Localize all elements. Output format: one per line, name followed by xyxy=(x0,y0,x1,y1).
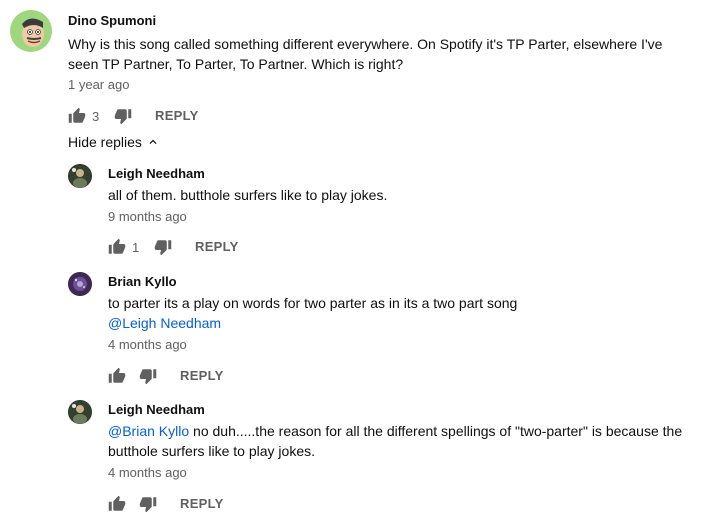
comment-text: Why is this song called something differ… xyxy=(68,36,663,72)
reply-text: to parter its a play on words for two pa… xyxy=(108,295,518,311)
avatar[interactable] xyxy=(10,10,52,52)
reply-text-block: @Brian Kyllo no duh.....the reason for a… xyxy=(108,421,688,461)
reply-mention-link[interactable]: @Leigh Needham xyxy=(108,313,221,333)
comment-timestamp[interactable]: 1 year ago xyxy=(68,77,129,92)
avatar[interactable] xyxy=(68,400,92,424)
like-count: 3 xyxy=(92,108,100,124)
reply-actions: REPLY xyxy=(108,366,408,386)
reply-actions: REPLY xyxy=(108,494,408,514)
reply-actions: 1 REPLY xyxy=(108,237,408,257)
thumbs-up-icon[interactable] xyxy=(108,495,126,513)
avatar[interactable] xyxy=(68,164,92,188)
comment-author[interactable]: Dino Spumoni xyxy=(68,13,156,28)
avatar[interactable] xyxy=(68,272,92,296)
comment-actions: 3 REPLY xyxy=(68,106,368,126)
reply-text: all of them. butthole surfers like to pl… xyxy=(108,187,388,203)
reply-author[interactable]: Leigh Needham xyxy=(108,166,205,181)
reply-timestamp[interactable]: 9 months ago xyxy=(108,209,187,224)
reply-author[interactable]: Leigh Needham xyxy=(108,402,205,417)
reply-timestamp[interactable]: 4 months ago xyxy=(108,337,187,352)
like-count: 1 xyxy=(132,239,140,255)
reply-button[interactable]: REPLY xyxy=(195,239,239,254)
reply-button[interactable]: REPLY xyxy=(155,108,199,123)
thumbs-down-icon[interactable] xyxy=(139,495,157,513)
reply-text: no duh.....the reason for all the differ… xyxy=(108,423,683,459)
reply-mention-link[interactable]: @Brian Kyllo xyxy=(108,423,189,439)
reply-timestamp[interactable]: 4 months ago xyxy=(108,465,187,480)
hide-replies-label: Hide replies xyxy=(68,134,142,150)
thumbs-up-icon[interactable] xyxy=(68,107,86,125)
hide-replies-button[interactable]: Hide replies xyxy=(68,134,160,150)
reply-button[interactable]: REPLY xyxy=(180,368,224,383)
thumbs-down-icon[interactable] xyxy=(139,367,157,385)
thumbs-up-icon[interactable] xyxy=(108,238,126,256)
reply-button[interactable]: REPLY xyxy=(180,496,224,511)
thumbs-down-icon[interactable] xyxy=(114,107,132,125)
reply-author[interactable]: Brian Kyllo xyxy=(108,274,177,289)
thumbs-down-icon[interactable] xyxy=(154,238,172,256)
thumbs-up-icon[interactable] xyxy=(108,367,126,385)
chevron-up-icon xyxy=(149,139,157,144)
